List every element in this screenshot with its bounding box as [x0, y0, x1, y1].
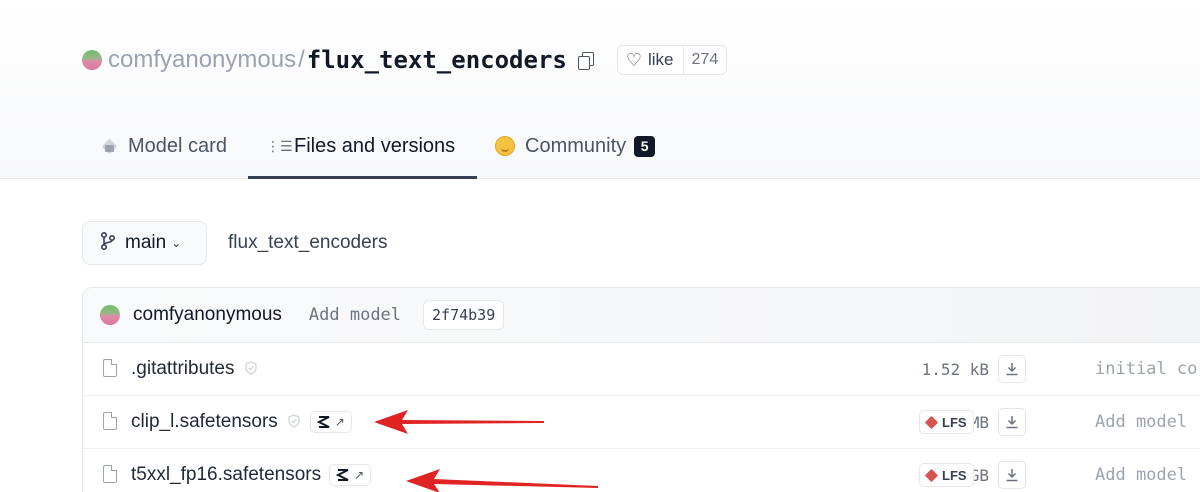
download-icon — [1006, 469, 1018, 482]
shield-check-icon — [288, 414, 302, 429]
file-row: .gitattributes 1.52 kB initial co — [83, 343, 1200, 396]
file-icon — [103, 465, 117, 483]
external-link-icon: ↗ — [354, 467, 365, 482]
file-name-link[interactable]: t5xxl_fp16.safetensors — [131, 464, 321, 485]
lfs-label: LFS — [942, 467, 967, 483]
tab-label: Files and versions — [294, 134, 456, 157]
file-name-wrap: .gitattributes — [131, 358, 259, 380]
tab-files-and-versions[interactable]: ⋮☰ Files and versions — [248, 114, 477, 179]
file-commit-message[interactable]: Add model — [1095, 412, 1187, 432]
lfs-label: LFS — [942, 414, 967, 430]
tab-label: Community — [525, 134, 627, 157]
owner-avatar[interactable] — [82, 50, 102, 70]
repo-separator: / — [298, 46, 305, 73]
tab-model-card[interactable]: Model card — [84, 114, 248, 178]
file-list: comfyanonymous Add model 2f74b39 .gitatt… — [82, 287, 1200, 492]
commit-author-avatar[interactable] — [100, 305, 120, 325]
file-name-link[interactable]: .gitattributes — [131, 358, 235, 379]
download-button[interactable] — [998, 461, 1026, 489]
external-link-icon: ↗ — [334, 414, 345, 429]
breadcrumb-path[interactable]: flux_text_encoders — [228, 232, 388, 254]
file-name-link[interactable]: clip_l.safetensors — [131, 411, 278, 432]
file-commit-message[interactable]: Add model — [1095, 465, 1187, 485]
community-count-badge: 5 — [634, 135, 656, 157]
shield-check-icon — [244, 361, 259, 376]
last-commit-row: comfyanonymous Add model 2f74b39 — [83, 288, 1200, 343]
file-name-wrap: t5xxl_fp16.safetensors ↗ — [131, 463, 372, 486]
annotation-arrow-clip — [374, 410, 544, 434]
commit-hash[interactable]: 2f74b39 — [423, 300, 505, 330]
file-commit-message[interactable]: initial co — [1095, 359, 1197, 379]
branch-selector[interactable]: main ⌄ — [82, 221, 207, 265]
file-icon — [103, 412, 117, 430]
files-icon: ⋮☰ — [266, 137, 293, 154]
lfs-badge[interactable]: LFS — [919, 463, 974, 487]
tab-community[interactable]: Community 5 — [477, 114, 677, 178]
chevron-down-icon: ⌄ — [171, 236, 182, 250]
like-label: like — [648, 50, 674, 69]
download-icon — [1006, 363, 1018, 376]
safetensors-viewer-button[interactable]: ↗ — [329, 463, 372, 486]
repo-title-line: comfyanonymous / flux_text_encoders ♡ li… — [82, 40, 728, 80]
tab-label: Model card — [128, 134, 227, 157]
branch-name: main — [125, 232, 167, 253]
file-name-wrap: clip_l.safetensors ↗ — [131, 410, 352, 433]
cube-icon — [102, 138, 118, 154]
lfs-badge[interactable]: LFS — [919, 410, 974, 434]
hugging-face-icon — [495, 136, 515, 156]
download-button[interactable] — [998, 355, 1026, 383]
like-button-main[interactable]: ♡ like — [618, 46, 683, 74]
repo-owner-link[interactable]: comfyanonymous — [108, 46, 296, 74]
file-row: t5xxl_fp16.safetensors↗ 9.79 GB LFS Add … — [83, 449, 1200, 492]
like-button[interactable]: ♡ like 274 — [616, 45, 728, 75]
branch-icon — [100, 231, 116, 255]
commit-author[interactable]: comfyanonymous — [133, 304, 282, 326]
lfs-icon — [924, 415, 939, 429]
file-row: clip_l.safetensors↗ 246 MB LFS Add model — [83, 396, 1200, 449]
safetensors-viewer-button[interactable]: ↗ — [309, 410, 352, 433]
branch-bar: main ⌄ flux_text_encoders — [82, 221, 388, 265]
file-size: 1.52 kB — [921, 359, 989, 379]
file-icon — [103, 359, 117, 377]
annotation-arrow-t5 — [406, 469, 598, 492]
copy-icon[interactable] — [577, 51, 595, 70]
download-icon — [1006, 416, 1018, 429]
lfs-icon — [924, 468, 939, 482]
heart-icon: ♡ — [625, 49, 642, 70]
safetensors-icon — [316, 415, 330, 428]
safetensors-icon — [336, 468, 349, 481]
commit-message[interactable]: Add model — [309, 305, 401, 325]
repo-name-link[interactable]: flux_text_encoders — [307, 46, 567, 74]
like-count[interactable]: 274 — [682, 46, 727, 74]
download-button[interactable] — [998, 408, 1026, 436]
repo-header: comfyanonymous / flux_text_encoders ♡ li… — [0, 0, 1200, 179]
